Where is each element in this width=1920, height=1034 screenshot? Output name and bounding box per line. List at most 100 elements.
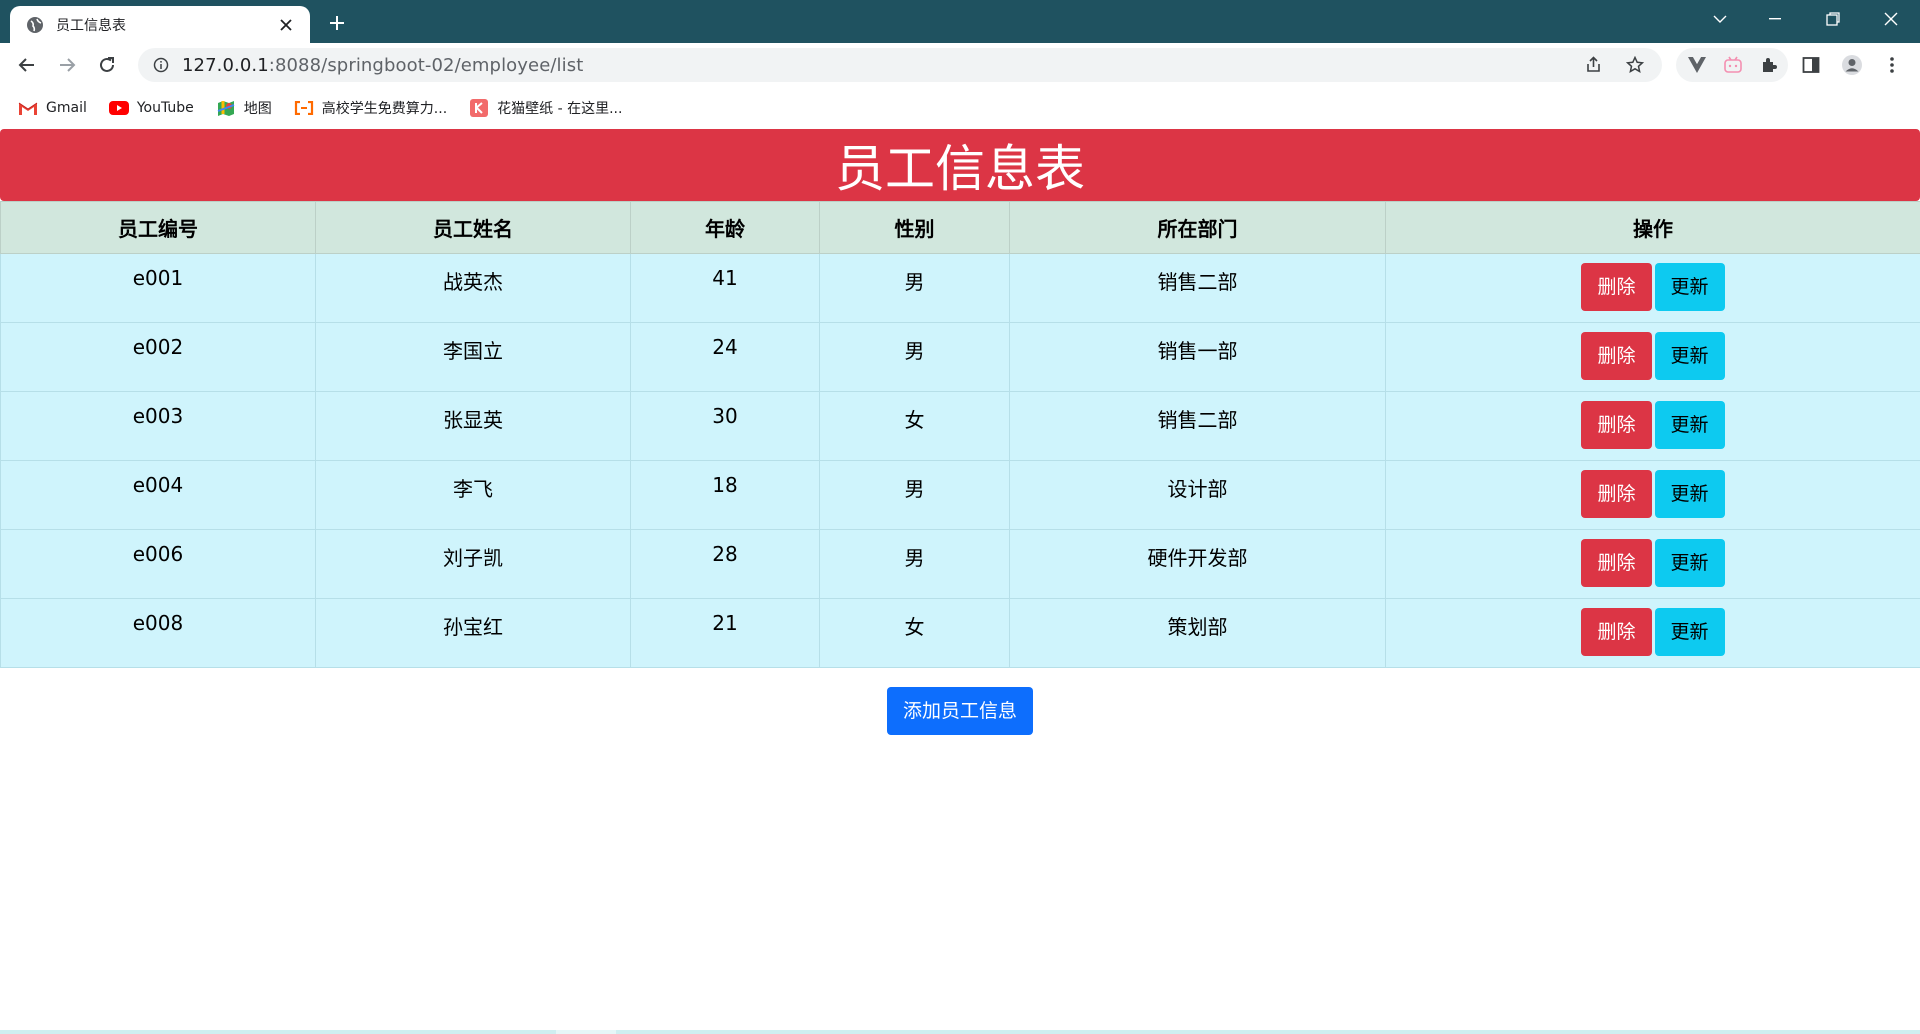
tab-title: 员工信息表 — [56, 17, 126, 34]
url-text: 127.0.0.1:8088/springboot-02/employee/li… — [182, 55, 583, 76]
scrollbar-thumb[interactable] — [556, 1030, 616, 1034]
header-id: 员工编号 — [0, 201, 316, 254]
minimize-icon[interactable] — [1748, 0, 1802, 38]
cell-age: 28 — [630, 529, 820, 599]
cell-name: 孙宝红 — [315, 598, 631, 668]
side-panel-icon[interactable] — [1797, 51, 1825, 79]
address-bar[interactable]: 127.0.0.1:8088/springboot-02/employee/li… — [138, 48, 1662, 82]
table-row: e006 刘子凯 28 男 硬件开发部 删除 更新 — [0, 529, 1920, 599]
header-age: 年龄 — [630, 201, 820, 254]
cell-id: e003 — [0, 391, 316, 461]
update-button[interactable]: 更新 — [1654, 263, 1725, 311]
header-dept: 所在部门 — [1009, 201, 1386, 254]
cell-age: 30 — [630, 391, 820, 461]
cell-gender: 男 — [819, 253, 1010, 323]
employee-table: 员工编号 员工姓名 年龄 性别 所在部门 操作 e001 战英杰 41 男 销售… — [0, 201, 1920, 668]
cell-dept: 设计部 — [1009, 460, 1386, 530]
header-name: 员工姓名 — [315, 201, 631, 254]
table-row: e002 李国立 24 男 销售一部 删除 更新 — [0, 322, 1920, 392]
forward-arrow-icon[interactable] — [53, 51, 81, 79]
delete-button[interactable]: 删除 — [1581, 263, 1652, 311]
menu-kebab-icon[interactable] — [1878, 51, 1906, 79]
header-actions: 操作 — [1385, 201, 1920, 254]
bookmarks-bar: Gmail YouTube 地图 高校学生免费算力... 花猫壁纸 - 在这里.… — [0, 87, 1920, 129]
profile-avatar-icon[interactable] — [1838, 51, 1866, 79]
delete-button[interactable]: 删除 — [1581, 401, 1652, 449]
cell-id: e006 — [0, 529, 316, 599]
add-employee-button[interactable]: 添加员工信息 — [886, 687, 1033, 735]
update-button[interactable]: 更新 — [1654, 401, 1725, 449]
cell-dept: 销售二部 — [1009, 253, 1386, 323]
table-row: e008 孙宝红 21 女 策划部 删除 更新 — [0, 598, 1920, 668]
cell-actions: 删除 更新 — [1385, 460, 1920, 530]
table-header-row: 员工编号 员工姓名 年龄 性别 所在部门 操作 — [0, 201, 1920, 254]
cell-actions: 删除 更新 — [1385, 529, 1920, 599]
cell-actions: 删除 更新 — [1385, 253, 1920, 323]
new-tab-button[interactable] — [322, 8, 352, 38]
vue-devtools-icon[interactable] — [1680, 48, 1714, 82]
tab-search-icon[interactable] — [1693, 0, 1747, 38]
table-row: e003 张显英 30 女 销售二部 删除 更新 — [0, 391, 1920, 461]
window-close-icon[interactable] — [1864, 0, 1918, 38]
cell-actions: 删除 更新 — [1385, 598, 1920, 668]
back-arrow-icon[interactable] — [13, 51, 41, 79]
update-button[interactable]: 更新 — [1654, 608, 1725, 656]
url-host: 127.0.0.1 — [182, 54, 269, 76]
browser-titlebar: 员工信息表 — [0, 0, 1920, 43]
maps-icon — [216, 100, 236, 116]
update-button[interactable]: 更新 — [1654, 332, 1725, 380]
bookmark-label: YouTube — [136, 100, 194, 116]
cell-gender: 男 — [819, 460, 1010, 530]
add-button-wrap: 添加员工信息 — [0, 687, 1920, 735]
delete-button[interactable]: 删除 — [1581, 332, 1652, 380]
page-content: 员工信息表 员工编号 员工姓名 年龄 性别 所在部门 操作 e001 战英杰 4… — [0, 129, 1920, 1034]
restore-icon[interactable] — [1806, 0, 1860, 38]
update-button[interactable]: 更新 — [1654, 470, 1725, 518]
delete-button[interactable]: 删除 — [1581, 470, 1652, 518]
bookmark-aliyun[interactable]: 高校学生免费算力... — [294, 98, 447, 118]
bookmark-youtube[interactable]: YouTube — [108, 100, 194, 116]
delete-button[interactable]: 删除 — [1581, 539, 1652, 587]
cell-id: e004 — [0, 460, 316, 530]
wallpaper-icon — [469, 99, 489, 117]
extensions-puzzle-icon[interactable] — [1752, 48, 1786, 82]
bilibili-icon[interactable] — [1716, 48, 1750, 82]
cell-name: 战英杰 — [315, 253, 631, 323]
cell-id: e002 — [0, 322, 316, 392]
cell-name: 李飞 — [315, 460, 631, 530]
cell-gender: 女 — [819, 391, 1010, 461]
browser-toolbar: 127.0.0.1:8088/springboot-02/employee/li… — [0, 43, 1920, 87]
bookmark-label: 地图 — [243, 101, 272, 117]
cell-gender: 男 — [819, 529, 1010, 599]
gmail-icon — [18, 100, 38, 116]
cell-id: e008 — [0, 598, 316, 668]
cell-age: 41 — [630, 253, 820, 323]
bookmark-label: 花猫壁纸 - 在这里... — [497, 101, 623, 117]
cell-name: 刘子凯 — [315, 529, 631, 599]
bookmark-star-icon[interactable] — [1620, 48, 1650, 82]
share-icon[interactable] — [1579, 48, 1609, 82]
cell-gender: 女 — [819, 598, 1010, 668]
bookmark-maps[interactable]: 地图 — [216, 98, 272, 118]
cell-age: 21 — [630, 598, 820, 668]
cell-age: 24 — [630, 322, 820, 392]
close-icon[interactable] — [276, 15, 296, 35]
cell-name: 李国立 — [315, 322, 631, 392]
cell-id: e001 — [0, 253, 316, 323]
page-title: 员工信息表 — [835, 140, 1085, 198]
delete-button[interactable]: 删除 — [1581, 608, 1652, 656]
globe-icon — [26, 16, 44, 34]
browser-tab[interactable]: 员工信息表 — [10, 6, 310, 43]
cell-dept: 硬件开发部 — [1009, 529, 1386, 599]
bookmark-wallpaper[interactable]: 花猫壁纸 - 在这里... — [469, 98, 622, 118]
cell-dept: 销售一部 — [1009, 322, 1386, 392]
aliyun-icon — [294, 100, 314, 116]
update-button[interactable]: 更新 — [1654, 539, 1725, 587]
horizontal-scrollbar[interactable] — [0, 1030, 1920, 1034]
bookmark-gmail[interactable]: Gmail — [18, 100, 87, 116]
reload-icon[interactable] — [93, 51, 121, 79]
cell-dept: 策划部 — [1009, 598, 1386, 668]
cell-name: 张显英 — [315, 391, 631, 461]
site-info-icon[interactable] — [152, 56, 170, 74]
extensions-group — [1676, 48, 1788, 82]
